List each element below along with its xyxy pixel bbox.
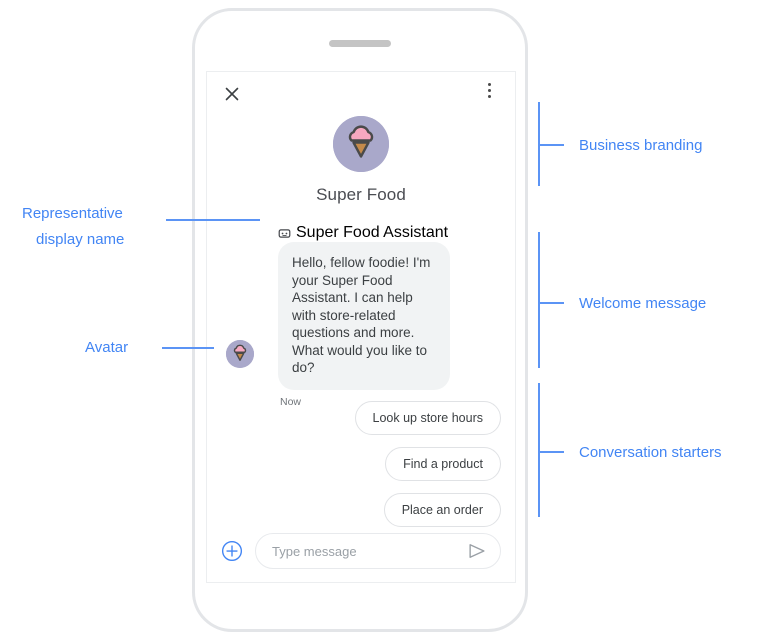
- annotation-bracket: [538, 383, 540, 517]
- business-name: Super Food: [316, 185, 406, 204]
- annotation-bracket: [538, 232, 540, 368]
- annotation-label-welcome-message: Welcome message: [579, 295, 707, 312]
- plus-circle-icon[interactable]: [221, 540, 243, 562]
- annotation-bracket-tick: [538, 302, 564, 304]
- phone-frame: Super Food Super Food Assistant Hello, f…: [192, 8, 528, 632]
- annotation-label-business-branding: Business branding: [579, 137, 703, 154]
- smart-toy-icon: [278, 228, 291, 238]
- representative-display-name: Super Food Assistant: [296, 224, 449, 241]
- menu-dot: [487, 89, 491, 92]
- avatar: [226, 340, 254, 368]
- annotation-label-avatar: Avatar: [85, 339, 129, 356]
- representative-display-name-row: Super Food Assistant: [278, 224, 448, 242]
- annotation-bracket-tick: [538, 144, 564, 146]
- conversation-starters: Look up store hours Find a product Place…: [354, 401, 501, 527]
- business-branding: Super Food: [207, 116, 515, 205]
- chat-topbar: [207, 72, 515, 116]
- close-icon[interactable]: [221, 83, 243, 105]
- overflow-menu-icon[interactable]: [479, 83, 499, 105]
- message-bubble: Hello, fellow foodie! I'm your Super Foo…: [278, 242, 450, 390]
- message-input-pill[interactable]: [255, 533, 501, 569]
- annotation-leader-line: [166, 219, 260, 221]
- annotation-label-conversation-starters: Conversation starters: [579, 444, 722, 461]
- conversation-starter-chip[interactable]: Find a product: [385, 447, 501, 481]
- speaker-grille-icon: [329, 40, 391, 47]
- chat-window: Super Food Super Food Assistant Hello, f…: [206, 71, 516, 583]
- annotation-bracket-tick: [538, 451, 564, 453]
- menu-dot: [487, 83, 491, 86]
- annotation-label-representative-display-name-line2: display name: [36, 231, 125, 248]
- annotation-label-representative-display-name-line1: Representative: [22, 205, 123, 222]
- menu-dot: [487, 95, 491, 98]
- send-icon[interactable]: [466, 540, 488, 562]
- annotation-leader-line: [162, 347, 214, 349]
- ice-cream-cone-icon: [333, 116, 389, 172]
- message-input[interactable]: [272, 543, 466, 559]
- conversation-starter-chip[interactable]: Look up store hours: [354, 401, 501, 435]
- message-composer: [207, 520, 515, 582]
- welcome-message: Hello, fellow foodie! I'm your Super Foo…: [222, 242, 502, 408]
